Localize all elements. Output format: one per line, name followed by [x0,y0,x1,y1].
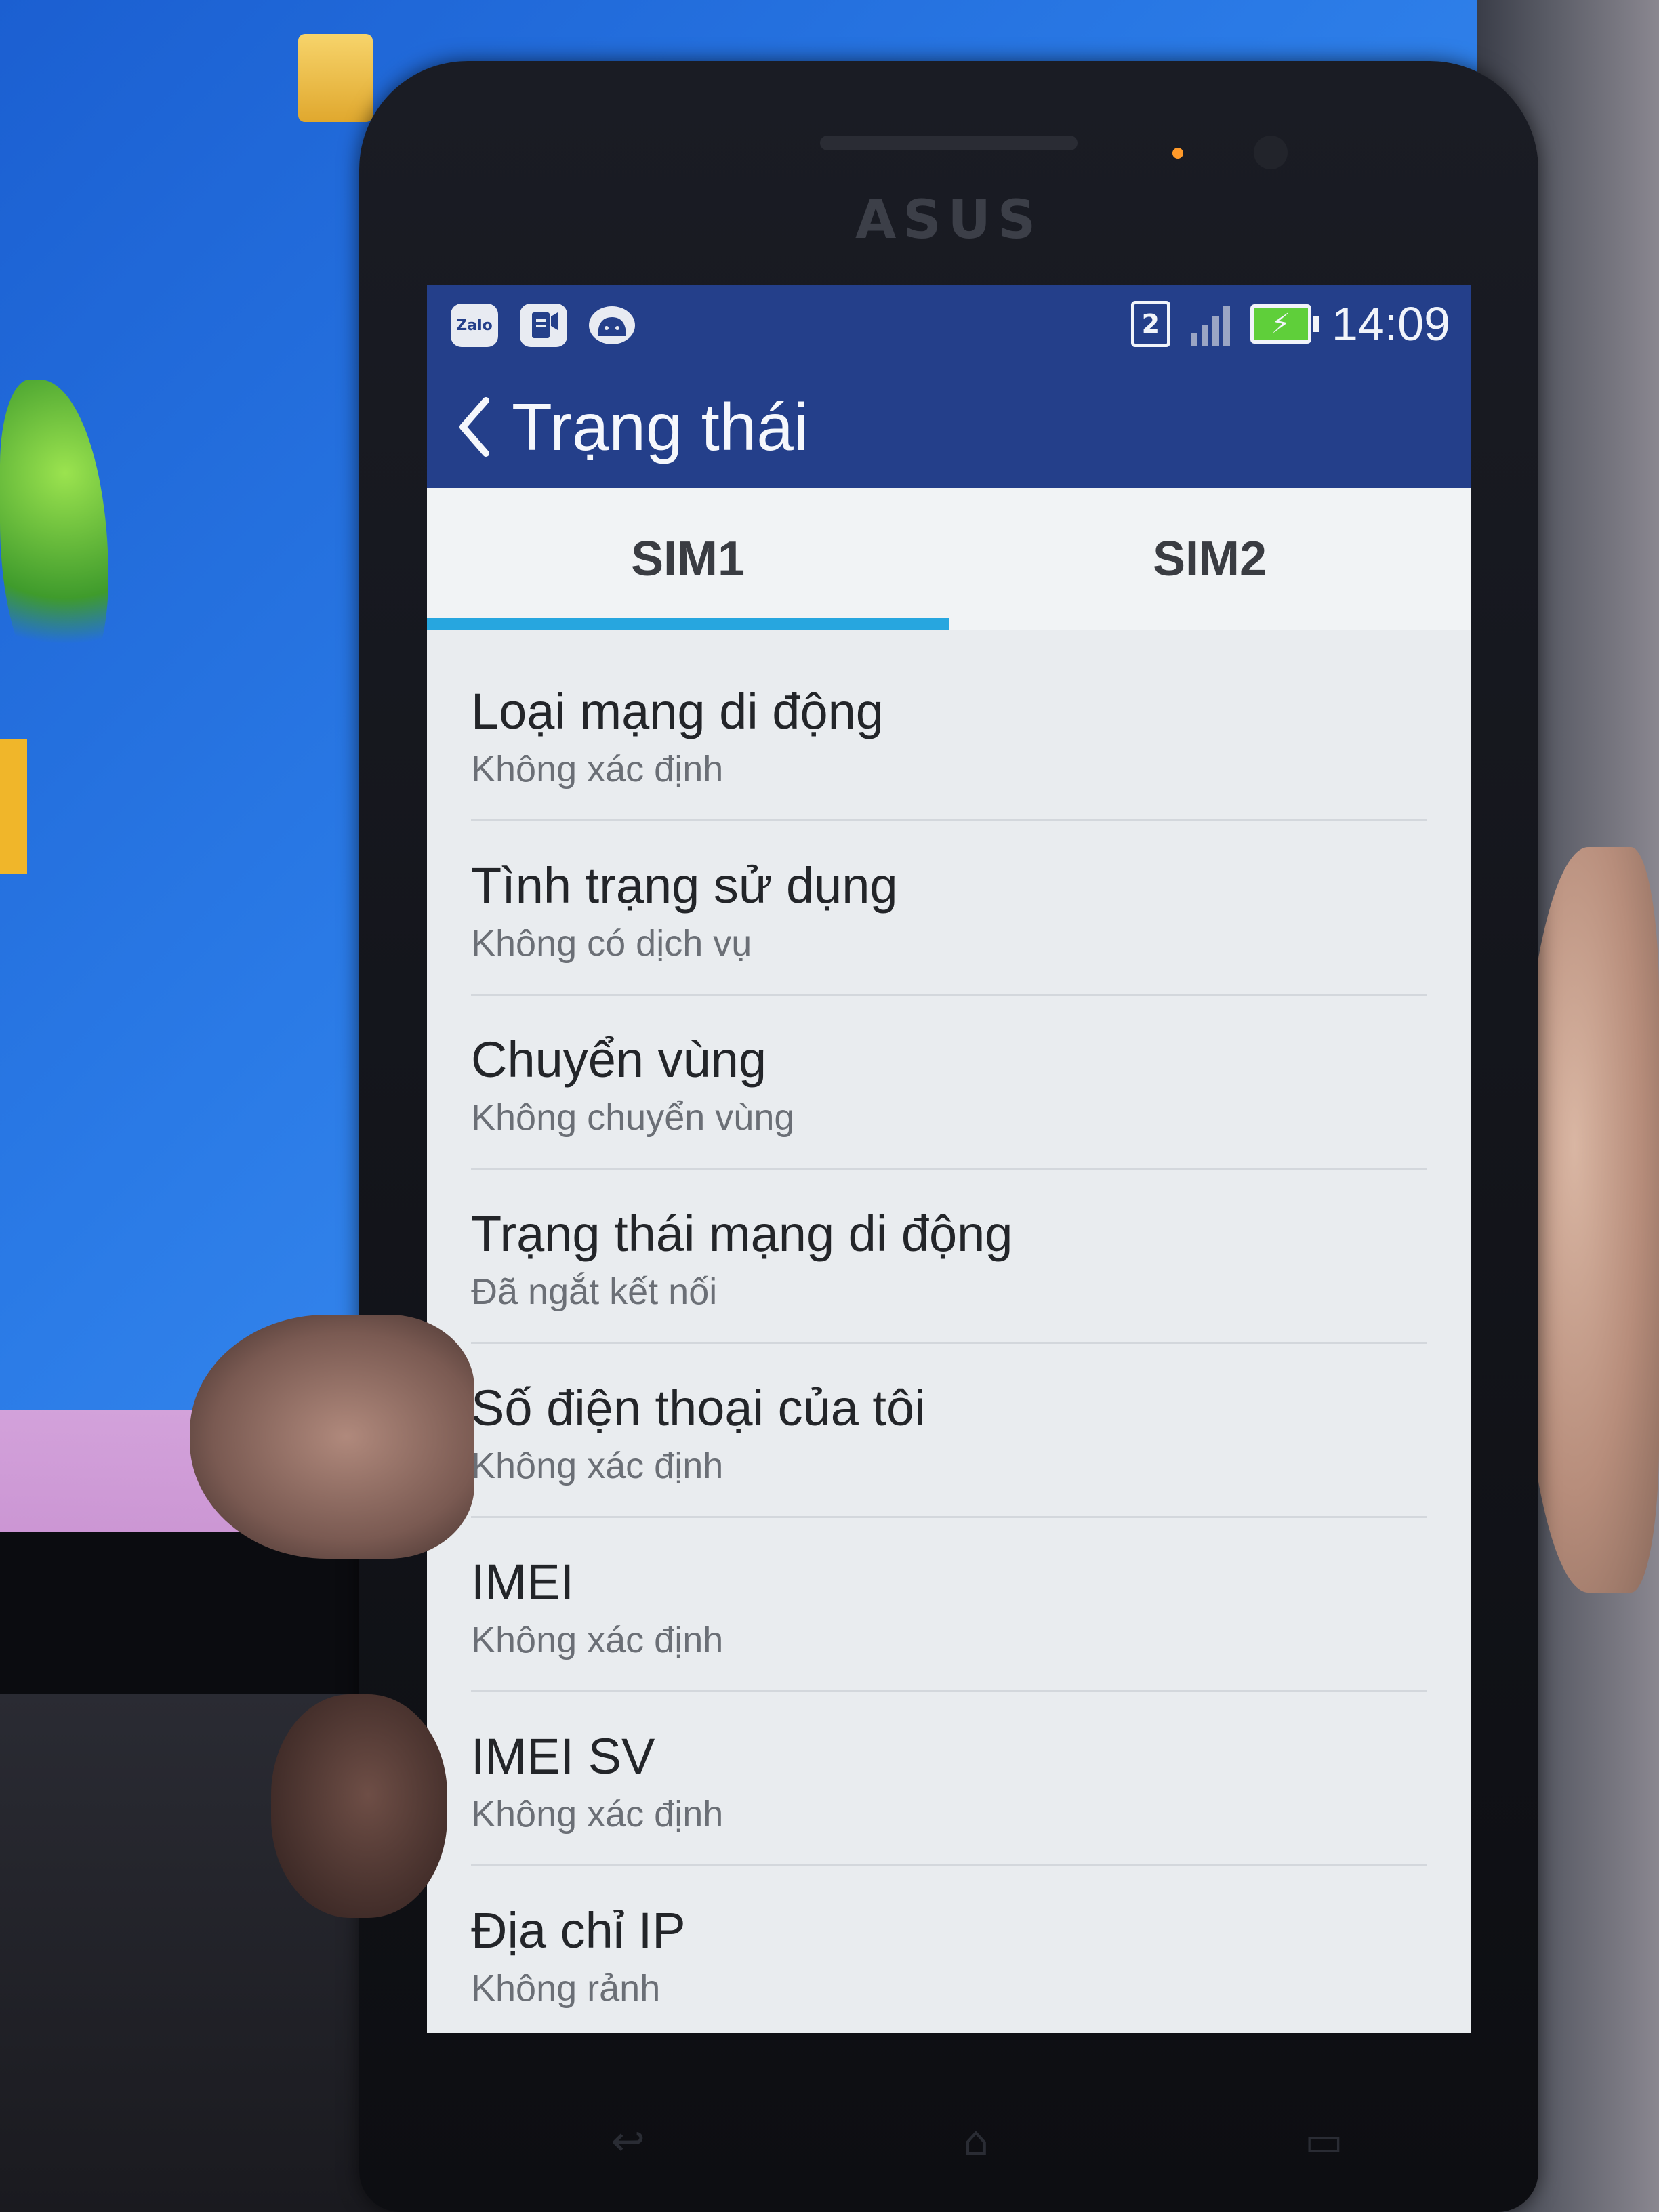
item-summary: Không rảnh [471,1968,661,2009]
desktop-wallpaper-flag [0,739,27,874]
holding-hand-right [1518,847,1659,1593]
system-status-icons: 2 ⚡ 14:09 [1130,297,1450,351]
no-signal-icon [1190,302,1230,346]
earpiece-speaker [820,136,1078,150]
page-title: Trạng thái [512,389,808,464]
recent-apps-key-icon[interactable]: ▭ [1300,2118,1347,2165]
battery-charging-icon: ⚡ [1250,304,1319,344]
front-camera [1254,136,1288,169]
brand-logo: ASUS [855,190,1043,251]
sim-toolkit-icon[interactable] [520,304,567,347]
item-summary: Không chuyển vùng [471,1097,795,1138]
tab-sim2[interactable]: SIM2 [949,488,1471,630]
item-summary: Không có dịch vụ [471,923,752,964]
chevron-left-icon [459,397,489,457]
item-title: IMEI [471,1554,575,1610]
item-summary: Không xác định [471,749,724,790]
item-title: Chuyển vùng [471,1031,767,1088]
item-title: Số điện thoại của tôi [471,1380,926,1436]
phone-device: ASUS Zalo 2 ⚡ 14:09 Trạng thái SIM1 SIM2… [359,61,1538,2212]
android-debug-icon[interactable] [589,306,635,344]
list-item-service-state[interactable]: Tình trạng sử dụng Không có dịch vụ [427,821,1471,996]
list-item-imei-sv[interactable]: IMEI SV Không xác định [427,1692,1471,1866]
clock: 14:09 [1331,298,1450,350]
tab-sim1[interactable]: SIM1 [427,488,949,630]
holding-hand-finger [271,1694,447,1918]
item-summary: Đã ngắt kết nối [471,1271,718,1312]
phone-screen: Zalo 2 ⚡ 14:09 Trạng thái SIM1 SIM2 Loại… [427,285,1471,2033]
sim-slot-indicator: 2 [1130,301,1170,347]
item-title: IMEI SV [471,1728,655,1784]
back-key-icon[interactable]: ↩ [605,2118,652,2165]
zalo-icon[interactable]: Zalo [451,304,498,347]
list-item-data-state[interactable]: Trạng thái mạng di động Đã ngắt kết nối [427,1170,1471,1344]
item-title: Tình trạng sử dụng [471,857,898,914]
notification-led [1172,148,1183,159]
list-item-phone-number[interactable]: Số điện thoại của tôi Không xác định [427,1344,1471,1518]
item-title: Địa chỉ IP [471,1902,686,1959]
list-item-ip-address[interactable]: Địa chỉ IP Không rảnh [427,1866,1471,2033]
holding-hand-thumb [190,1315,474,1559]
action-bar: Trạng thái [427,366,1471,488]
sim-tab-bar: SIM1 SIM2 [427,488,1471,630]
desktop-folder-icon [298,34,373,122]
zalo-label: Zalo [456,316,493,334]
home-key-icon[interactable]: ⌂ [952,2118,1000,2165]
list-item-imei[interactable]: IMEI Không xác định [427,1518,1471,1692]
hardware-nav-keys: ↩ ⌂ ▭ [454,2101,1498,2182]
item-summary: Không xác định [471,1620,724,1660]
list-item-network-type[interactable]: Loại mạng di động Không xác định [427,647,1471,821]
list-item-roaming[interactable]: Chuyển vùng Không chuyển vùng [427,996,1471,1170]
notification-icons: Zalo [451,304,635,347]
item-summary: Không xác định [471,1446,724,1486]
status-bar: Zalo 2 ⚡ 14:09 [427,285,1471,366]
item-title: Loại mạng di động [471,683,884,739]
status-list: Loại mạng di động Không xác định Tình tr… [427,647,1471,2033]
back-button[interactable] [457,393,498,461]
item-title: Trạng thái mạng di động [471,1206,1013,1262]
item-summary: Không xác định [471,1794,724,1835]
photo-scene: ASUS Zalo 2 ⚡ 14:09 Trạng thái SIM1 SIM2… [0,0,1659,2212]
